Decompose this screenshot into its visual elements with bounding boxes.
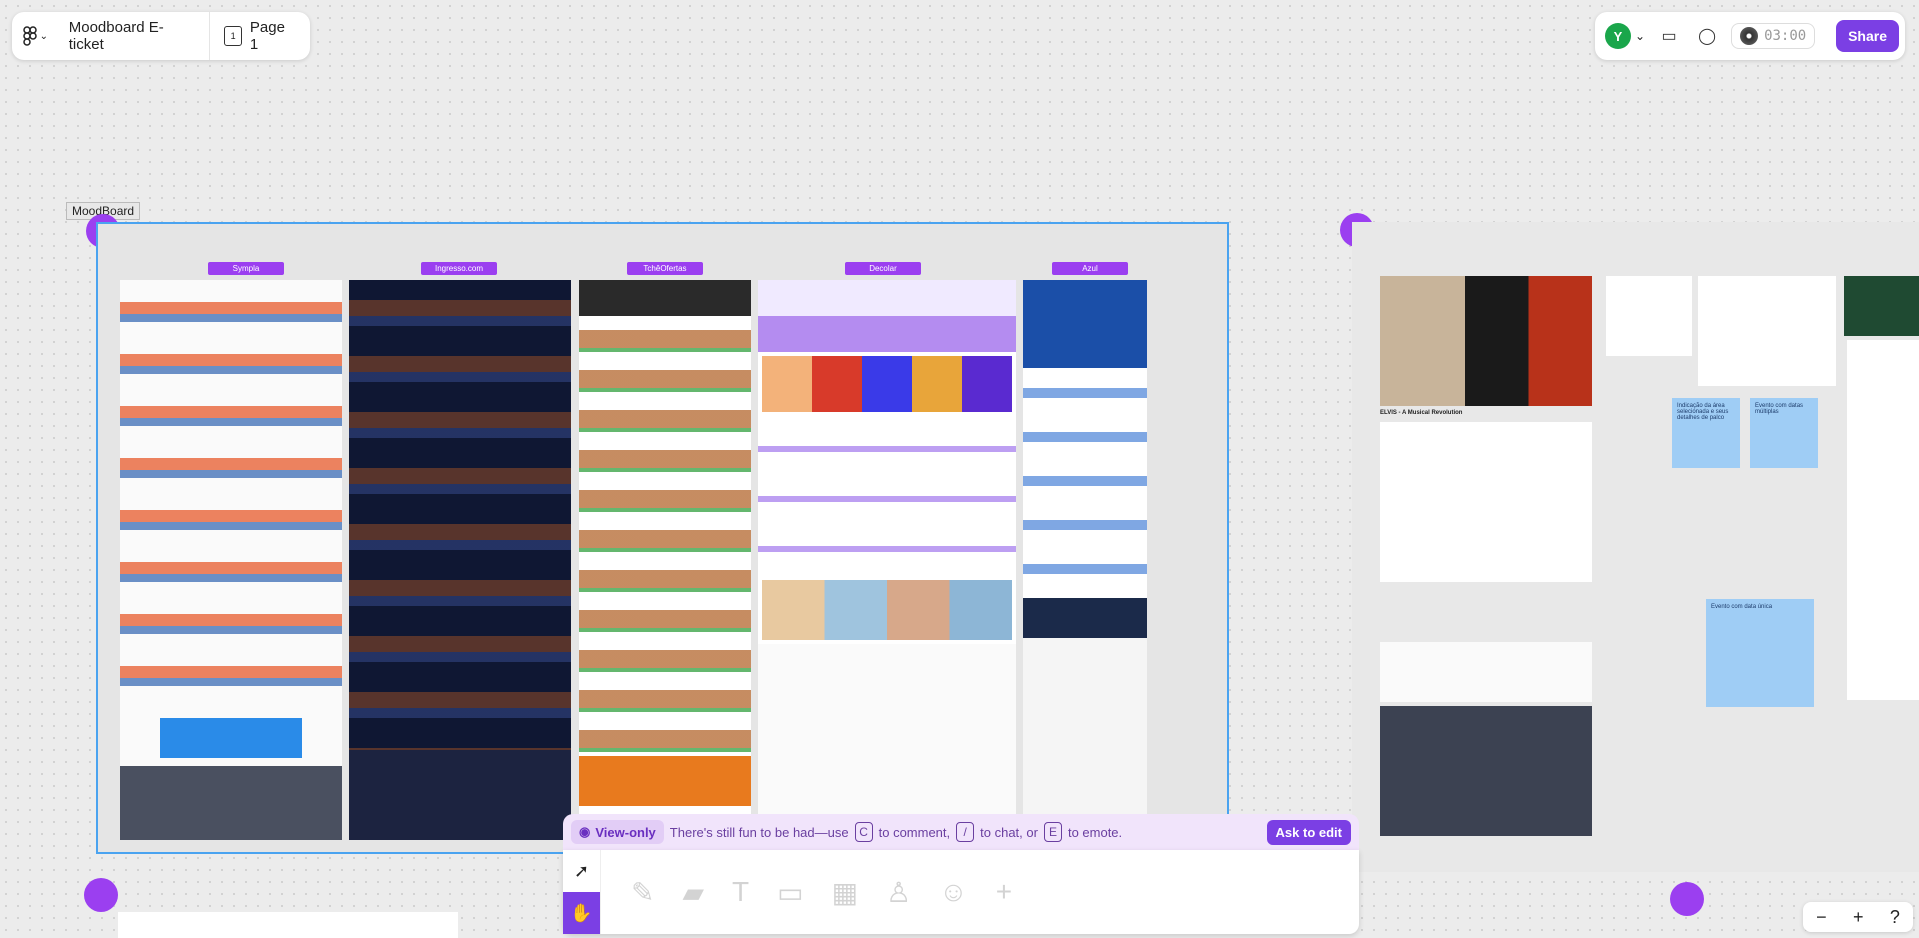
section-tag bbox=[84, 878, 118, 912]
page-icon: 1 bbox=[224, 26, 242, 46]
screenshot-sympla bbox=[120, 280, 342, 840]
event-details bbox=[1380, 422, 1592, 582]
disabled-tools: ✎ ▰ T ▭ ▦ ♙ ☺ + bbox=[601, 850, 1042, 934]
music-disc-icon bbox=[1740, 27, 1759, 45]
event-footer bbox=[1380, 706, 1592, 836]
sticky-icon: ▰ bbox=[682, 876, 705, 908]
sticky-note[interactable]: Evento com datas múltiplas bbox=[1750, 398, 1818, 468]
event-text-page bbox=[1847, 340, 1919, 700]
screenshot-decolar bbox=[758, 280, 1016, 820]
comment-icon[interactable]: ◯ bbox=[1693, 22, 1721, 50]
screenshot-tcheofertas bbox=[579, 280, 751, 840]
site-tag-ingresso: Ingresso.com bbox=[421, 262, 497, 275]
page-selector[interactable]: 1 Page 1 bbox=[210, 19, 310, 53]
site-tag-sympla: Sympla bbox=[208, 262, 284, 275]
sticky-note[interactable]: Indicação da área selecionada e seus det… bbox=[1672, 398, 1740, 468]
avatar[interactable]: Y bbox=[1605, 23, 1631, 49]
site-tag-tcheofertas: TchêOfertas bbox=[627, 262, 703, 275]
add-icon: + bbox=[995, 876, 1013, 907]
layout-icon[interactable]: ▭ bbox=[1655, 22, 1683, 50]
sticky-note[interactable]: Evento com data única bbox=[1706, 599, 1814, 707]
view-only-badge: ◉ View-only bbox=[571, 820, 664, 844]
zoom-controls: − + ? bbox=[1803, 902, 1913, 932]
bottom-toolbar: ➚ ✋ ✎ ▰ T ▭ ▦ ♙ ☺ + bbox=[563, 850, 1359, 934]
ask-to-edit-button[interactable]: Ask to edit bbox=[1266, 819, 1351, 845]
event-thumb bbox=[1844, 276, 1919, 336]
moodboard-frame[interactable]: Sympla Ingresso.com TchêOfertas Decolar … bbox=[96, 222, 1229, 854]
chevron-down-icon[interactable]: ⌄ bbox=[1635, 29, 1645, 43]
share-button[interactable]: Share bbox=[1836, 20, 1899, 52]
venue-map bbox=[1698, 276, 1836, 386]
text-tool-icon: T bbox=[732, 876, 750, 907]
site-tag-decolar: Decolar bbox=[845, 262, 921, 275]
eye-icon: ◉ bbox=[579, 824, 591, 839]
help-button[interactable]: ? bbox=[1890, 907, 1900, 928]
table-tool-icon: ▦ bbox=[831, 876, 859, 908]
screenshot-ingresso bbox=[349, 280, 571, 840]
view-only-bar: ◉ View-only There's still fun to be had—… bbox=[563, 814, 1359, 850]
stamp-tool-icon: ♙ bbox=[886, 876, 912, 908]
section-tool-icon: ▭ bbox=[777, 876, 804, 908]
key-hint-chat: / bbox=[956, 822, 975, 842]
emoji-icon: ☺ bbox=[939, 876, 968, 907]
hand-tool-icon[interactable]: ✋ bbox=[563, 892, 600, 934]
chevron-down-icon: ⌄ bbox=[39, 30, 49, 42]
file-panel: ⌄ Moodboard E-ticket 1 Page 1 bbox=[12, 12, 310, 60]
key-hint-emote: E bbox=[1043, 822, 1062, 842]
event-banner-image bbox=[1380, 276, 1592, 406]
screenshot-azul bbox=[1023, 280, 1147, 820]
right-frame[interactable]: ELVIS - A Musical Revolution Indicação d… bbox=[1352, 222, 1919, 872]
lower-frame-preview bbox=[118, 912, 458, 938]
main-menu-button[interactable]: ⌄ bbox=[12, 12, 59, 60]
site-tag-azul: Azul bbox=[1052, 262, 1128, 275]
page-name: Page 1 bbox=[249, 19, 285, 53]
key-hint-comment: C bbox=[854, 822, 873, 842]
zoom-in-button[interactable]: + bbox=[1853, 907, 1864, 928]
move-tool-icon[interactable]: ➚ bbox=[563, 850, 600, 892]
file-name[interactable]: Moodboard E-ticket bbox=[59, 12, 211, 60]
timer-widget[interactable]: 03:00 bbox=[1731, 23, 1816, 49]
zoom-out-button[interactable]: − bbox=[1816, 907, 1827, 928]
pen-icon: ✎ bbox=[631, 876, 655, 908]
section-tag bbox=[1670, 882, 1704, 916]
date-list bbox=[1606, 276, 1692, 356]
top-right-panel: Y ⌄ ▭ ◯ 03:00 Share bbox=[1595, 12, 1905, 60]
event-info bbox=[1380, 642, 1592, 702]
event-title: ELVIS - A Musical Revolution bbox=[1380, 410, 1463, 416]
figma-logo-icon bbox=[22, 26, 37, 46]
timer-value: 03:00 bbox=[1764, 28, 1807, 44]
